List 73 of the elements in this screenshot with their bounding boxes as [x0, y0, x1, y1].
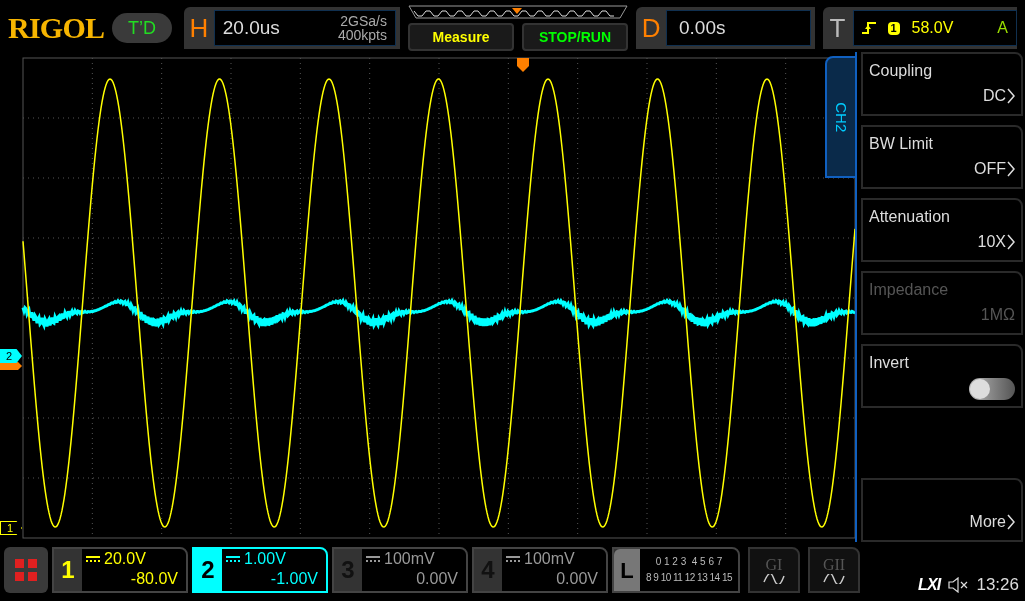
brand-logo: RIGOL [8, 13, 105, 43]
logic-label: L [614, 549, 640, 591]
menu-item[interactable]: Invert [861, 344, 1023, 408]
channel-offset: 0.00V [416, 569, 459, 589]
menu-item-label: BW Limit [869, 134, 933, 154]
trigger-label: T [828, 11, 847, 45]
horizontal-label: H [188, 11, 210, 45]
delay-label: D [640, 11, 662, 45]
channel-scale: 100mV [524, 549, 575, 569]
menu-item-label: Invert [869, 353, 909, 373]
chevron-right-icon [1007, 88, 1015, 104]
chevron-right-icon [1007, 234, 1015, 250]
dc-coupling-icon [366, 555, 380, 563]
channel-scale: 100mV [384, 549, 435, 569]
chevron-right-icon [1007, 514, 1015, 530]
mode-badge: T’D [112, 13, 172, 43]
dc-coupling-icon [86, 555, 100, 563]
menu-tab-label: CH2 [832, 102, 852, 132]
speaker-muted-icon [948, 576, 969, 593]
trigger-panel[interactable]: T 1 58.0V A [822, 7, 1017, 49]
toolbar-button[interactable]: Measure [408, 23, 514, 51]
timebase-panel[interactable]: H 20.0us 2GSa/s 400kpts [183, 7, 400, 49]
delay-value: 0.00s [679, 15, 726, 40]
memory-depth: 400kpts [337, 28, 387, 42]
dc-coupling-icon [226, 555, 240, 563]
trigger-source-badge: 1 [887, 21, 900, 35]
delay-panel[interactable]: D 0.00s [636, 7, 815, 49]
channel-marker: 2 [0, 349, 22, 363]
rising-edge-icon [861, 21, 876, 35]
chevron-right-icon [1007, 161, 1015, 177]
trigger-level: 58.0V [911, 18, 954, 38]
menu-item-value: 1MΩ [980, 305, 1015, 325]
channel-scale: 20.0V [104, 549, 146, 569]
channel-number: 1 [60, 555, 76, 585]
channel-marker: 1 [0, 521, 22, 535]
menu-item[interactable]: Coupling DC [861, 52, 1023, 116]
generator-label: GI [765, 556, 783, 574]
channel-number: 2 [200, 555, 216, 585]
logic-analyzer-button[interactable]: L 0 1 2 3 4 5 6 7 8 9 10 11 12 13 14 15 [612, 547, 740, 593]
logic-channels: 0 1 2 3 4 5 6 7 [654, 555, 724, 569]
channel-offset: 0.00V [556, 569, 599, 589]
timebase-value: 20.0us [222, 15, 280, 40]
menu-tab[interactable]: CH2 [825, 56, 857, 178]
logic-channels: 8 9 10 11 12 13 14 15 [644, 571, 734, 585]
grid-menu-icon [14, 558, 38, 582]
channel-offset: -80.0V [130, 569, 179, 589]
invert-switch[interactable] [969, 378, 1015, 400]
channel-scale: 1.00V [244, 549, 286, 569]
channel-button[interactable]: 1 20.0V -80.0V [52, 547, 188, 593]
channel-offset: -1.00V [270, 569, 319, 589]
lxi-logo: LXI [917, 574, 941, 595]
menu-item-value: 10X [977, 232, 1006, 252]
menu-item-label: Attenuation [869, 207, 950, 227]
menu-item-label: More [969, 512, 1006, 532]
sine-wave-icon [823, 574, 845, 584]
trigger-mode: A [997, 18, 1008, 38]
generator-label: GII [822, 556, 846, 574]
sine-wave-icon [763, 574, 785, 584]
sample-rate: 2GSa/s [340, 14, 387, 28]
trigger-level-icon [0, 362, 22, 370]
menu-item-value: DC [982, 86, 1006, 106]
clock-time: 13:26 [976, 574, 1019, 596]
trigger-position-icon [517, 58, 529, 72]
menu-item[interactable]: More [861, 478, 1023, 542]
menu-item[interactable]: Attenuation 10X [861, 198, 1023, 262]
menu-item-label: Impedance [869, 280, 949, 300]
menu-item-value: OFF [974, 159, 1006, 179]
menu-item-label: Coupling [869, 61, 933, 81]
channel-button[interactable]: 2 1.00V -1.00V [192, 547, 328, 593]
main-menu-button[interactable] [4, 547, 48, 593]
menu-item[interactable]: BW Limit OFF [861, 125, 1023, 189]
toolbar-button[interactable]: STOP/RUN [522, 23, 628, 51]
dc-coupling-icon [506, 555, 520, 563]
